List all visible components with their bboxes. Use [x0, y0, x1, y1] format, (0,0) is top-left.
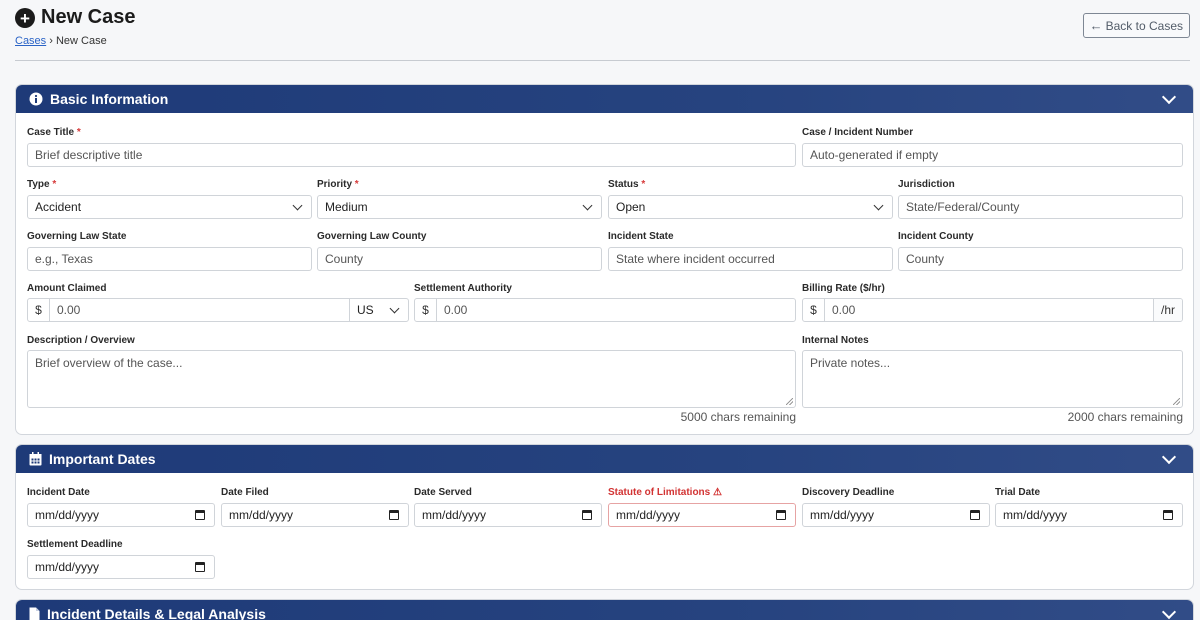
case-title-label: Case Title *: [27, 127, 81, 138]
plus-circle-icon: +: [15, 8, 35, 28]
currency-select[interactable]: US: [349, 299, 408, 321]
description-chars-remaining: 5000 chars remaining: [680, 410, 796, 424]
incident-county-label: Incident County: [898, 231, 974, 242]
chevron-down-icon[interactable]: [1161, 89, 1177, 104]
statute-of-limitations-label: Statute of Limitations ⚠: [608, 487, 722, 498]
basic-information-title: Basic Information: [50, 91, 169, 107]
dollar-prefix: $: [28, 299, 50, 321]
calendar-icon[interactable]: [1163, 510, 1173, 520]
info-icon: [29, 92, 43, 106]
per-hour-suffix: /hr: [1153, 299, 1182, 321]
resize-handle-icon[interactable]: [1173, 398, 1180, 405]
date-filed-label: Date Filed: [221, 487, 269, 498]
incident-date-input[interactable]: mm/dd/yyyy: [27, 503, 215, 527]
calendar-icon[interactable]: [389, 510, 399, 520]
status-label: Status *: [608, 179, 646, 190]
trial-date-input[interactable]: mm/dd/yyyy: [995, 503, 1183, 527]
billing-rate-input[interactable]: 0.00: [825, 303, 1153, 317]
governing-state-input[interactable]: e.g., Texas: [27, 247, 312, 271]
type-select[interactable]: Accident: [27, 195, 312, 219]
governing-county-label: Governing Law County: [317, 231, 427, 242]
date-served-label: Date Served: [414, 487, 472, 498]
case-number-label: Case / Incident Number: [802, 127, 914, 138]
settlement-deadline-input[interactable]: mm/dd/yyyy: [27, 555, 215, 579]
jurisdiction-input[interactable]: State/Federal/County: [898, 195, 1183, 219]
calendar-icon[interactable]: [582, 510, 592, 520]
breadcrumb-cases-link[interactable]: Cases: [15, 35, 46, 47]
incident-date-label: Incident Date: [27, 487, 90, 498]
chevron-down-icon: [582, 200, 593, 210]
statute-of-limitations-input[interactable]: mm/dd/yyyy: [608, 503, 796, 527]
settlement-authority-input[interactable]: 0.00: [437, 303, 795, 317]
dollar-prefix: $: [415, 299, 437, 321]
chevron-down-icon: [873, 200, 884, 210]
header-divider: [15, 60, 1190, 61]
internal-notes-label: Internal Notes: [802, 335, 869, 346]
case-number-input[interactable]: Auto-generated if empty: [802, 143, 1183, 167]
description-label: Description / Overview: [27, 335, 135, 346]
governing-state-label: Governing Law State: [27, 231, 127, 242]
calendar-icon[interactable]: [970, 510, 980, 520]
chevron-down-icon: [292, 200, 303, 210]
type-label: Type *: [27, 179, 57, 190]
incident-details-card: Incident Details & Legal Analysis: [15, 599, 1194, 620]
breadcrumb: Cases › New Case: [15, 35, 136, 47]
billing-rate-label: Billing Rate ($/hr): [802, 283, 885, 294]
case-title-input[interactable]: Brief descriptive title: [27, 143, 796, 167]
date-filed-input[interactable]: mm/dd/yyyy: [221, 503, 409, 527]
back-button-label: Back to Cases: [1105, 18, 1183, 33]
trial-date-label: Trial Date: [995, 487, 1041, 498]
incident-details-header[interactable]: Incident Details & Legal Analysis: [16, 600, 1193, 620]
incident-county-input[interactable]: County: [898, 247, 1183, 271]
basic-information-header[interactable]: Basic Information: [16, 85, 1193, 113]
page-title: New Case: [41, 6, 136, 28]
internal-notes-textarea[interactable]: Private notes...: [802, 350, 1183, 408]
important-dates-header[interactable]: Important Dates: [16, 445, 1193, 473]
chevron-down-icon[interactable]: [1161, 449, 1177, 464]
incident-details-title: Incident Details & Legal Analysis: [47, 606, 266, 620]
arrow-left-icon: ←: [1089, 18, 1103, 33]
incident-state-input[interactable]: State where incident occurred: [608, 247, 893, 271]
discovery-deadline-input[interactable]: mm/dd/yyyy: [802, 503, 990, 527]
amount-claimed-group: $ 0.00 US: [27, 298, 409, 322]
document-icon: [29, 607, 40, 620]
governing-county-input[interactable]: County: [317, 247, 602, 271]
settlement-authority-label: Settlement Authority: [414, 283, 512, 294]
resize-handle-icon[interactable]: [786, 398, 793, 405]
chevron-down-icon[interactable]: [1161, 604, 1177, 619]
description-textarea[interactable]: Brief overview of the case...: [27, 350, 796, 408]
back-to-cases-button[interactable]: ← Back to Cases: [1082, 13, 1190, 38]
breadcrumb-separator: ›: [49, 35, 53, 47]
calendar-icon: [29, 452, 42, 466]
priority-select[interactable]: Medium: [317, 195, 602, 219]
important-dates-title: Important Dates: [49, 451, 156, 467]
chevron-down-icon: [389, 303, 400, 313]
warning-icon: ⚠: [713, 487, 722, 498]
discovery-deadline-label: Discovery Deadline: [802, 487, 895, 498]
settlement-authority-group: $ 0.00: [414, 298, 796, 322]
billing-rate-group: $ 0.00 /hr: [802, 298, 1183, 322]
calendar-icon[interactable]: [195, 510, 205, 520]
important-dates-card: Important Dates Incident Date mm/dd/yyyy…: [15, 444, 1194, 590]
page-header: + New Case Cases › New Case: [15, 6, 136, 47]
dollar-prefix: $: [803, 299, 825, 321]
calendar-icon[interactable]: [776, 510, 786, 520]
basic-information-card: Basic Information Case Title * Brief des…: [15, 84, 1194, 435]
date-served-input[interactable]: mm/dd/yyyy: [414, 503, 602, 527]
notes-chars-remaining: 2000 chars remaining: [1067, 410, 1183, 424]
breadcrumb-current: New Case: [55, 35, 107, 47]
calendar-icon[interactable]: [195, 562, 205, 572]
amount-claimed-input[interactable]: 0.00: [50, 303, 349, 317]
amount-claimed-label: Amount Claimed: [27, 283, 107, 294]
status-select[interactable]: Open: [608, 195, 893, 219]
priority-label: Priority *: [317, 179, 359, 190]
incident-state-label: Incident State: [608, 231, 674, 242]
settlement-deadline-label: Settlement Deadline: [27, 539, 123, 550]
jurisdiction-label: Jurisdiction: [898, 179, 955, 190]
